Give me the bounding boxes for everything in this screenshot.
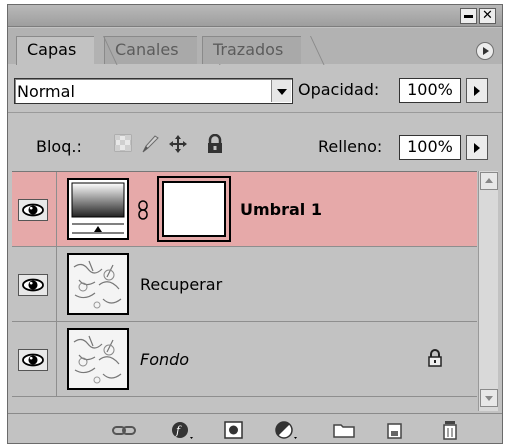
- opacity-slider-button[interactable]: [466, 78, 488, 103]
- eye-icon[interactable]: [18, 199, 48, 221]
- sketch-image-icon: [69, 255, 127, 313]
- tab-capas[interactable]: Capas: [16, 36, 95, 65]
- threshold-icon: [71, 182, 125, 234]
- layer-thumbnail[interactable]: [67, 253, 129, 315]
- layer-lock-icon: [428, 349, 442, 367]
- minimize-icon[interactable]: [460, 8, 477, 24]
- adjustment-thumbnail[interactable]: [67, 178, 129, 240]
- opacity-input[interactable]: 100%: [399, 78, 461, 103]
- eye-icon[interactable]: [18, 274, 48, 296]
- lock-label: Bloq.:: [36, 137, 82, 156]
- visibility-cell[interactable]: [12, 247, 57, 321]
- layers-panel: ✕ Capas Canales Trazados Normal Opacidad…: [7, 4, 503, 444]
- chevron-down-icon[interactable]: [271, 80, 291, 102]
- lock-position-icon[interactable]: [168, 134, 188, 154]
- panel-menu-icon[interactable]: [476, 42, 494, 60]
- lock-transparency-icon[interactable]: [114, 134, 132, 152]
- tab-trazados[interactable]: Trazados: [202, 36, 302, 64]
- visibility-cell[interactable]: [12, 172, 57, 246]
- layer-name[interactable]: Umbral 1: [240, 200, 322, 219]
- layer-style-icon[interactable]: f: [168, 419, 196, 441]
- fill-label: Relleno:: [318, 137, 383, 156]
- layer-row-umbral-1[interactable]: Umbral 1: [12, 172, 477, 247]
- layer-mask-icon[interactable]: [220, 419, 248, 441]
- adjustment-layer-icon[interactable]: [272, 419, 300, 441]
- sketch-image-icon: [69, 330, 127, 388]
- scroll-down-icon[interactable]: [480, 389, 498, 407]
- blend-row: Normal Opacidad: 100%: [8, 64, 502, 112]
- link-layers-icon[interactable]: [110, 419, 138, 441]
- layer-name[interactable]: Fondo: [140, 350, 189, 369]
- scroll-up-icon[interactable]: [480, 172, 498, 190]
- close-icon[interactable]: ✕: [479, 8, 496, 24]
- new-layer-icon[interactable]: [380, 419, 408, 441]
- link-icon[interactable]: [137, 200, 149, 220]
- eye-icon[interactable]: [18, 349, 48, 371]
- layer-row-recuperar[interactable]: Recuperar: [12, 247, 477, 322]
- blend-mode-value: Normal: [17, 82, 75, 101]
- panel-tabs: Capas Canales Trazados: [8, 28, 502, 65]
- tab-label: Capas: [27, 40, 77, 59]
- layer-name[interactable]: Recuperar: [140, 275, 222, 294]
- new-group-icon[interactable]: [330, 419, 358, 441]
- lock-pixels-icon[interactable]: [140, 134, 160, 154]
- fill-input[interactable]: 100%: [399, 135, 461, 160]
- layer-row-fondo[interactable]: Fondo: [12, 322, 477, 397]
- trash-icon[interactable]: [436, 419, 464, 441]
- visibility-cell[interactable]: [12, 322, 57, 396]
- panel-toolbar: f: [8, 413, 502, 443]
- opacity-label: Opacidad:: [298, 80, 380, 99]
- layer-mask-thumbnail[interactable]: [157, 176, 231, 242]
- lock-all-icon[interactable]: [206, 134, 224, 154]
- scrollbar[interactable]: [478, 171, 498, 411]
- fill-slider-button[interactable]: [466, 135, 488, 160]
- blend-mode-select[interactable]: Normal: [14, 78, 293, 104]
- lock-row: Bloq.: Relleno: 100%: [8, 113, 502, 165]
- tab-canales[interactable]: Canales: [104, 36, 197, 64]
- panel-title-bar[interactable]: ✕: [8, 5, 502, 27]
- layer-thumbnail[interactable]: [67, 328, 129, 390]
- tab-label: Trazados: [213, 40, 284, 59]
- tab-label: Canales: [115, 40, 179, 59]
- layers-list: Umbral 1 Recuperar Fondo: [12, 171, 477, 403]
